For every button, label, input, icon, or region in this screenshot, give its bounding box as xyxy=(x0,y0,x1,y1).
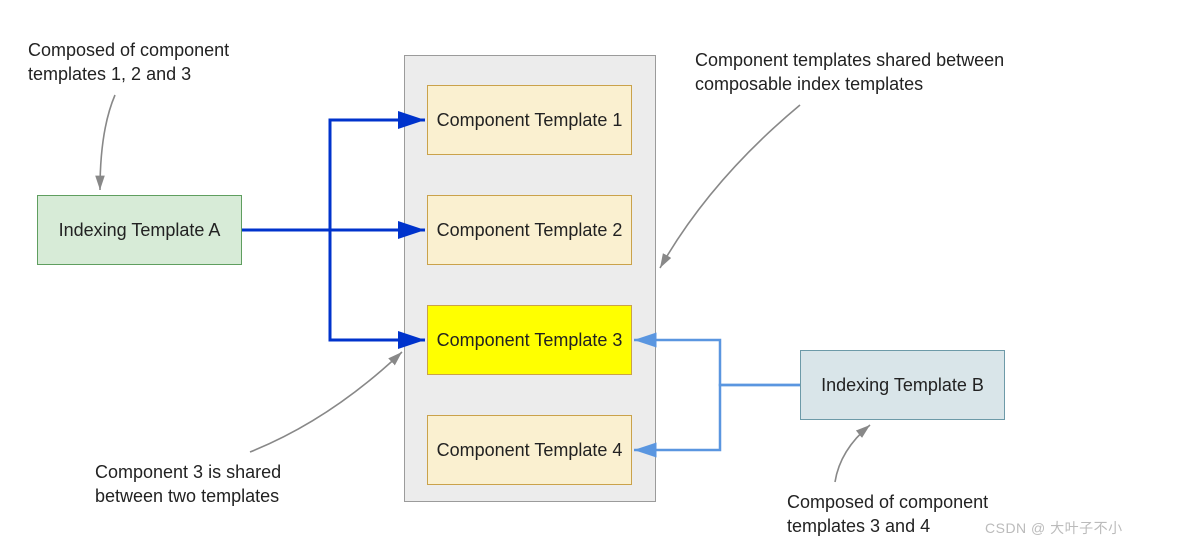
indexing-template-b-label: Indexing Template B xyxy=(821,374,984,397)
component-template-4-label: Component Template 4 xyxy=(437,439,623,462)
edge-a-to-comp1 xyxy=(242,120,425,230)
annotation-shared-between: Component templates shared between compo… xyxy=(695,48,1004,97)
indexing-template-a-label: Indexing Template A xyxy=(59,219,221,242)
edge-b-to-comp4 xyxy=(634,385,800,450)
edge-a-to-comp3 xyxy=(242,230,425,340)
component-template-3-label: Component Template 3 xyxy=(437,329,623,352)
watermark: CSDN @ 大叶子不小 xyxy=(985,518,1123,538)
component-template-1: Component Template 1 xyxy=(427,85,632,155)
annotation-composed-a: Composed of component templates 1, 2 and… xyxy=(28,38,229,87)
annotation-composed-b: Composed of component templates 3 and 4 xyxy=(787,490,988,539)
indexing-template-b: Indexing Template B xyxy=(800,350,1005,420)
component-template-3: Component Template 3 xyxy=(427,305,632,375)
pointer-comp3-shared xyxy=(250,352,402,452)
component-template-2-label: Component Template 2 xyxy=(437,219,623,242)
pointer-composed-b xyxy=(835,425,870,482)
annotation-comp3-shared: Component 3 is shared between two templa… xyxy=(95,460,281,509)
component-template-4: Component Template 4 xyxy=(427,415,632,485)
indexing-template-a: Indexing Template A xyxy=(37,195,242,265)
pointer-shared-between xyxy=(660,105,800,268)
pointer-composed-a xyxy=(100,95,115,190)
component-template-2: Component Template 2 xyxy=(427,195,632,265)
component-template-1-label: Component Template 1 xyxy=(437,109,623,132)
diagram-canvas: { "nodes": { "template_a": "Indexing\nTe… xyxy=(0,0,1184,548)
edge-b-to-comp3 xyxy=(634,340,800,385)
